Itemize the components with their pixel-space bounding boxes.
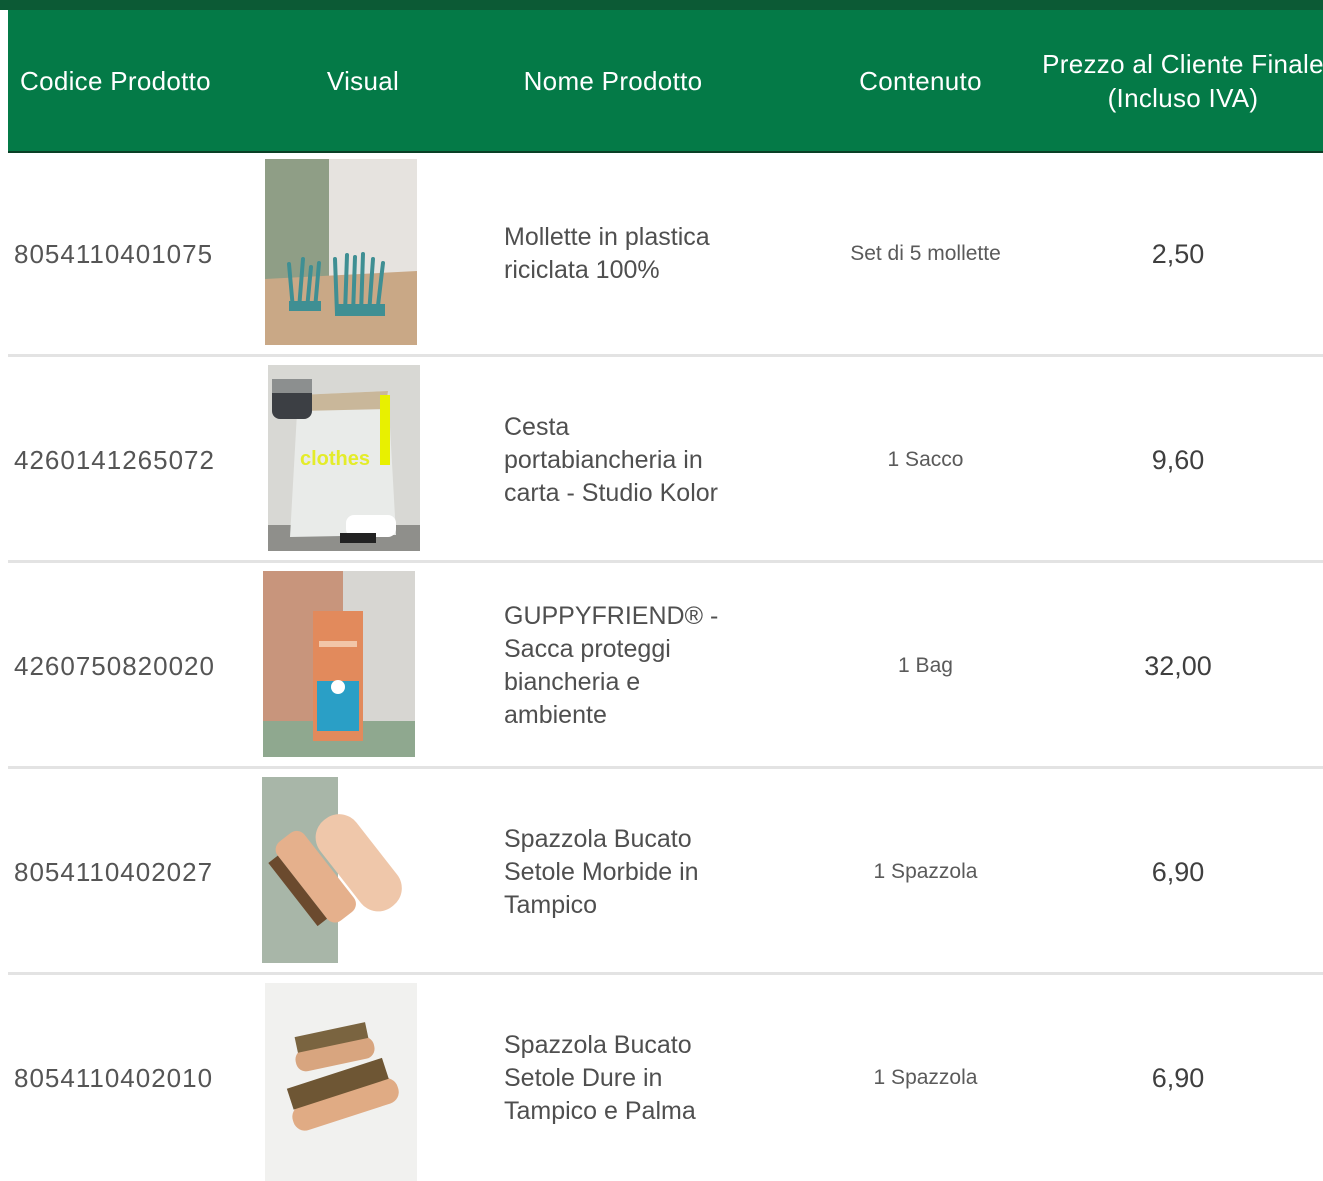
top-border (0, 0, 1323, 10)
table-row: 8054110402010 Spazzola Bucato Setole Dur… (8, 975, 1323, 1181)
product-content: Set di 5 mollette (850, 242, 1001, 265)
laundry-bag-image: clothes (268, 365, 420, 551)
product-price: 6,90 (1151, 1062, 1205, 1093)
product-content: 1 Sacco (887, 448, 964, 471)
table-header: Codice Prodotto Visual Nome Prodotto Con… (8, 10, 1323, 153)
clothespins-image (265, 159, 417, 345)
product-name: Spazzola Bucato Setole Morbide in Tampic… (504, 824, 699, 919)
soft-brush-image (262, 777, 414, 963)
product-name: Mollette in plastica riciclata 100% (504, 223, 710, 284)
product-price: 9,60 (1151, 444, 1205, 475)
product-content: 1 Bag (898, 654, 953, 677)
svg-text:clothes: clothes (300, 448, 370, 470)
product-content: 1 Spazzola (873, 860, 978, 883)
header-price: Prezzo al Cliente Finale (Incluso IVA) (1042, 48, 1323, 113)
header-content: Contenuto (859, 65, 982, 96)
table-row: 4260141265072 clothes Cesta portabianche… (8, 357, 1323, 563)
product-code: 8054110401075 (14, 238, 214, 269)
product-code: 8054110402010 (14, 1062, 214, 1093)
product-price: 2,50 (1151, 238, 1205, 269)
header-visual: Visual (326, 65, 400, 96)
product-price: 32,00 (1144, 650, 1212, 681)
product-name: Spazzola Bucato Setole Dure in Tampico e… (504, 1030, 696, 1125)
product-price: 6,90 (1151, 856, 1205, 887)
table-row: 8054110401075 Mollette in plastica ricic… (8, 151, 1323, 357)
wash-bag-box-image (263, 571, 415, 757)
product-code: 4260141265072 (14, 444, 215, 475)
product-content: 1 Spazzola (873, 1066, 978, 1089)
product-name: Cesta portabiancheria in carta - Studio … (504, 412, 718, 507)
product-code: 4260750820020 (14, 650, 215, 681)
product-name: GUPPYFRIEND® - Sacca proteggi biancheria… (504, 602, 719, 729)
header-name: Nome Prodotto (523, 65, 703, 96)
product-code: 8054110402027 (14, 856, 214, 887)
hard-brush-image (265, 983, 417, 1181)
table-row: 8054110402027 Spazzola Bucato Setole Mor… (8, 769, 1323, 975)
table-row: 4260750820020 GUPPYFRIEND® - Sacca prote… (8, 563, 1323, 769)
header-code: Codice Prodotto (20, 65, 211, 96)
